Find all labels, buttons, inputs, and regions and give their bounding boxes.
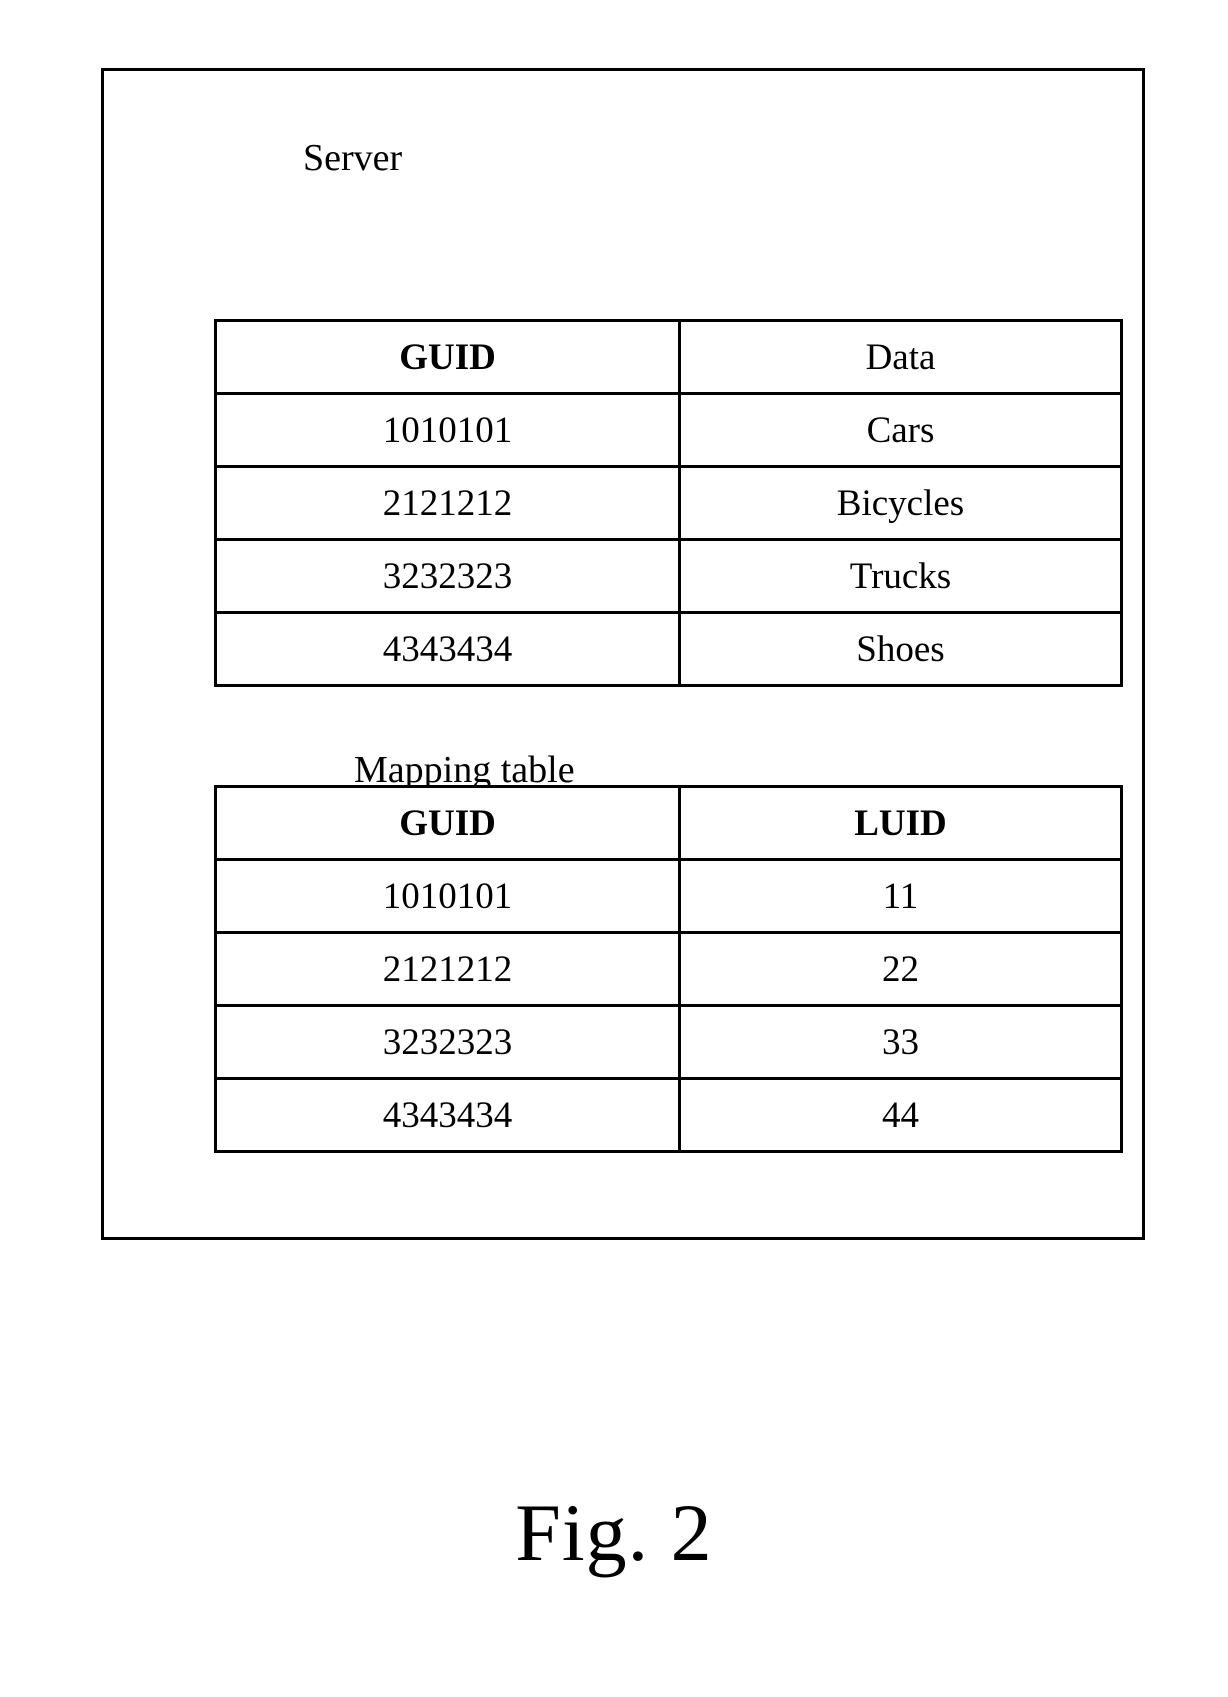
mapping-table-header-luid: LUID bbox=[678, 785, 1123, 861]
table-header-row: GUID Data bbox=[214, 319, 1123, 395]
server-guid-cell: 4343434 bbox=[214, 611, 681, 687]
mapping-luid-cell: 44 bbox=[678, 1077, 1123, 1153]
figure-number-caption: Fig. 2 bbox=[515, 1487, 713, 1578]
table-row: 2121212 22 bbox=[214, 931, 1123, 1007]
server-data-cell: Bicycles bbox=[678, 465, 1123, 541]
table-row: 2121212 Bicycles bbox=[214, 465, 1123, 541]
figure-outer-frame: Server GUID Data 1010101 Cars 2121212 Bi… bbox=[101, 68, 1145, 1240]
table-row: 4343434 Shoes bbox=[214, 611, 1123, 687]
server-guid-cell: 1010101 bbox=[214, 392, 681, 468]
mapping-data-table: GUID LUID 1010101 11 2121212 22 3232323 … bbox=[214, 785, 1123, 1153]
server-table-header-guid: GUID bbox=[214, 319, 681, 395]
mapping-table-header-guid: GUID bbox=[214, 785, 681, 861]
server-data-cell: Shoes bbox=[678, 611, 1123, 687]
server-table-header-data: Data bbox=[678, 319, 1123, 395]
mapping-guid-cell: 2121212 bbox=[214, 931, 681, 1007]
mapping-luid-cell: 11 bbox=[678, 858, 1123, 934]
table-row: 4343434 44 bbox=[214, 1077, 1123, 1153]
server-data-table: GUID Data 1010101 Cars 2121212 Bicycles … bbox=[214, 319, 1123, 687]
table-row: 1010101 Cars bbox=[214, 392, 1123, 468]
table-row: 3232323 Trucks bbox=[214, 538, 1123, 614]
server-data-cell: Cars bbox=[678, 392, 1123, 468]
server-data-cell: Trucks bbox=[678, 538, 1123, 614]
server-block-label: Server bbox=[303, 137, 403, 179]
mapping-guid-cell: 1010101 bbox=[214, 858, 681, 934]
table-row: 3232323 33 bbox=[214, 1004, 1123, 1080]
mapping-table-label: Mapping table bbox=[354, 749, 575, 791]
table-header-row: GUID LUID bbox=[214, 785, 1123, 861]
mapping-luid-cell: 22 bbox=[678, 931, 1123, 1007]
mapping-guid-cell: 4343434 bbox=[214, 1077, 681, 1153]
mapping-luid-cell: 33 bbox=[678, 1004, 1123, 1080]
table-row: 1010101 11 bbox=[214, 858, 1123, 934]
mapping-guid-cell: 3232323 bbox=[214, 1004, 681, 1080]
server-guid-cell: 3232323 bbox=[214, 538, 681, 614]
server-guid-cell: 2121212 bbox=[214, 465, 681, 541]
